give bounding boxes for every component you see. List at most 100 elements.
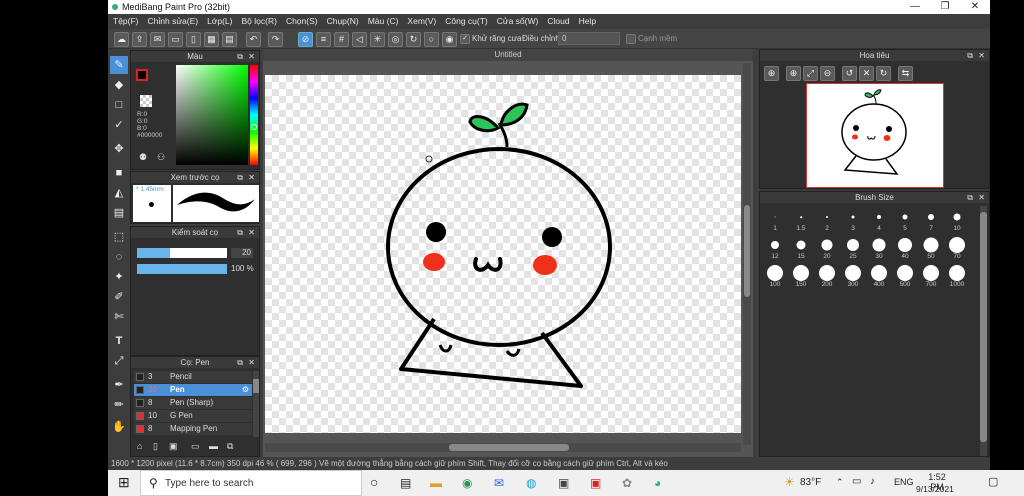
- comment-icon[interactable]: ✉: [150, 32, 165, 47]
- panel-close-icon[interactable]: ✕: [978, 192, 985, 203]
- eraser-tool-icon[interactable]: ◆: [110, 76, 128, 94]
- brush-tool-icon[interactable]: ✎: [110, 56, 128, 74]
- menu-cloud[interactable]: Cloud: [542, 14, 573, 26]
- panel-close-icon[interactable]: ✕: [248, 357, 255, 368]
- move-tool-icon[interactable]: ✥: [110, 140, 128, 158]
- taskbar-search-box[interactable]: ⚲ Type here to search: [140, 470, 362, 496]
- close-button[interactable]: ✕: [960, 0, 990, 14]
- brush-size-option[interactable]: 1000: [945, 264, 969, 288]
- snap-radial-icon[interactable]: ✳: [370, 32, 385, 47]
- brush-size-option[interactable]: 500: [893, 264, 917, 288]
- dot-tool-icon[interactable]: □: [110, 96, 128, 114]
- brush-size-option[interactable]: 700: [919, 264, 943, 288]
- brush-list-scrollbar[interactable]: [253, 371, 259, 437]
- share-icon[interactable]: ⇪: [132, 32, 147, 47]
- brush-folder-icon[interactable]: ▬: [209, 441, 218, 451]
- snap-perspective-icon[interactable]: ◁: [352, 32, 367, 47]
- zoom-pen-icon[interactable]: ✏: [110, 396, 128, 414]
- snap-circle-icon[interactable]: ◎: [388, 32, 403, 47]
- panel-popout-icon[interactable]: ⧉: [237, 357, 243, 368]
- file-explorer-icon[interactable]: ▬: [430, 476, 442, 490]
- gradient-tool-icon[interactable]: ▤: [110, 204, 128, 222]
- horizontal-scrollbar[interactable]: [265, 443, 741, 452]
- windows-start-icon[interactable]: ⊞: [118, 474, 130, 491]
- menu-file[interactable]: Tệp(F): [108, 14, 143, 26]
- eyedropper-tool-icon[interactable]: ✒: [110, 376, 128, 394]
- edge-icon[interactable]: ◍: [526, 476, 536, 490]
- menu-view[interactable]: Xem(V): [402, 14, 440, 26]
- correction-select[interactable]: 0: [558, 32, 620, 45]
- palette-icon[interactable]: ⚉: [139, 152, 147, 163]
- panel-popout-icon[interactable]: ⧉: [967, 192, 973, 203]
- zoom-in-icon[interactable]: ⊕: [764, 66, 779, 81]
- weather-icon[interactable]: ☀: [784, 475, 795, 489]
- medibang-taskbar-icon[interactable]: ◕: [654, 476, 661, 490]
- menu-color[interactable]: Màu (C): [363, 14, 403, 26]
- menu-filter[interactable]: Bộ lọc(R): [237, 14, 281, 26]
- magic-wand-icon[interactable]: ✦: [110, 268, 128, 286]
- panel-popout-icon[interactable]: ⧉: [237, 227, 243, 238]
- fill-tool-icon[interactable]: ◭: [110, 184, 128, 202]
- minimize-button[interactable]: —: [900, 0, 930, 14]
- brush-size-option[interactable]: 30: [867, 236, 891, 260]
- panel-close-icon[interactable]: ✕: [978, 50, 985, 61]
- brush-size-option[interactable]: 3: [841, 208, 865, 232]
- panel-popout-icon[interactable]: ⧉: [237, 172, 243, 183]
- brush-size-option[interactable]: 12: [763, 236, 787, 260]
- divide-tool-icon[interactable]: ⤢: [110, 352, 128, 370]
- menu-layer[interactable]: Lớp(L): [202, 14, 236, 26]
- brush-item-g-pen[interactable]: 10 G Pen: [134, 410, 252, 422]
- snap-parallel-icon[interactable]: ≡: [316, 32, 331, 47]
- reset-rotation-icon[interactable]: ✕: [859, 66, 874, 81]
- cloud-icon[interactable]: ☁: [114, 32, 129, 47]
- soft-edge-checkbox[interactable]: [626, 34, 636, 44]
- panel-close-icon[interactable]: ✕: [248, 172, 255, 183]
- antialias-checkbox[interactable]: ✓: [460, 34, 470, 44]
- panel-popout-icon[interactable]: ⧉: [237, 51, 243, 62]
- weather-temp[interactable]: 83°F: [800, 477, 821, 488]
- brush-size-option[interactable]: 100: [763, 264, 787, 288]
- network-icon[interactable]: ▭: [852, 476, 861, 487]
- brush-size-option[interactable]: 300: [841, 264, 865, 288]
- menu-edit[interactable]: Chỉnh sửa(E): [143, 14, 203, 26]
- brush-item-pen[interactable]: 20 Pen ⚙: [134, 384, 252, 396]
- maximize-button[interactable]: ❐: [930, 0, 960, 14]
- hue-handle[interactable]: [251, 124, 257, 130]
- select-tool-icon[interactable]: ⬚: [110, 228, 128, 246]
- page-icon[interactable]: ▯: [186, 32, 201, 47]
- lasso-tool-icon[interactable]: ◌: [110, 248, 128, 266]
- panel-popout-icon[interactable]: ⧉: [967, 50, 973, 61]
- brush-item-pen-sharp[interactable]: 8 Pen (Sharp): [134, 397, 252, 409]
- navigator-thumbnail[interactable]: [806, 83, 944, 188]
- brush-duplicate-icon[interactable]: ⧉: [227, 441, 233, 452]
- hand-tool-icon[interactable]: ✋: [110, 418, 128, 436]
- grid-icon[interactable]: ▦: [204, 32, 219, 47]
- app-red-icon[interactable]: ▣: [590, 476, 601, 490]
- brush-size-scrollbar[interactable]: [980, 206, 987, 456]
- selection-eraser-icon[interactable]: ✄: [110, 308, 128, 326]
- shape-tool-icon[interactable]: ■: [110, 164, 128, 182]
- color-history-icon[interactable]: ⚇: [157, 152, 165, 163]
- foreground-color-swatch[interactable]: [136, 69, 148, 81]
- brush-opacity-slider[interactable]: [137, 264, 227, 274]
- text-tool-icon[interactable]: T: [110, 332, 128, 350]
- snap-curve-icon[interactable]: ↻: [406, 32, 421, 47]
- brush-size-option[interactable]: 1: [763, 208, 787, 232]
- snap-grid-icon[interactable]: #: [334, 32, 349, 47]
- zoom-out-icon[interactable]: ⊖: [820, 66, 835, 81]
- brush-size-option[interactable]: 200: [815, 264, 839, 288]
- brush-size-scroll-thumb[interactable]: [980, 212, 987, 442]
- panel-close-icon[interactable]: ✕: [248, 227, 255, 238]
- brush-add-icon[interactable]: ▯: [153, 441, 158, 452]
- drawing-canvas[interactable]: [265, 75, 741, 433]
- saturation-value-picker[interactable]: [176, 65, 248, 165]
- paint-app-icon[interactable]: ✿: [622, 476, 632, 490]
- brush-settings-icon[interactable]: ⚙: [242, 384, 249, 396]
- brush-size-option[interactable]: 25: [841, 236, 865, 260]
- clock-date[interactable]: 9/13/2021: [916, 484, 954, 494]
- volume-icon[interactable]: ♪: [870, 476, 875, 487]
- hue-slider[interactable]: [250, 65, 258, 165]
- notifications-icon[interactable]: ▢: [988, 475, 998, 488]
- brush-size-option[interactable]: 4: [867, 208, 891, 232]
- redo-icon[interactable]: ↷: [268, 32, 283, 47]
